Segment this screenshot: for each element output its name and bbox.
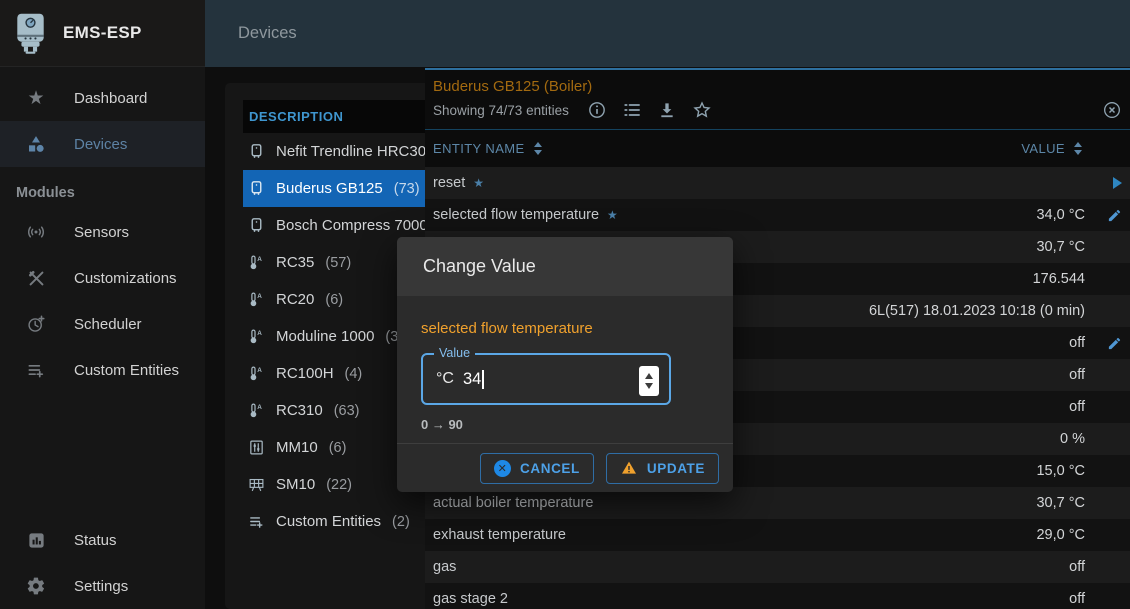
edit-pencil-icon[interactable]: [1107, 208, 1122, 223]
showing-entities-text: Showing 74/73 entities: [433, 103, 569, 118]
entity-table-header: ENTITY NAME VALUE: [425, 130, 1130, 167]
boiler-icon: [248, 143, 265, 160]
thermostat-icon: A: [248, 402, 265, 419]
favorites-filter-star-icon[interactable]: [692, 100, 712, 120]
list-view-icon[interactable]: [622, 100, 642, 120]
list-plus-icon: [25, 360, 47, 380]
svg-text:A: A: [257, 293, 262, 300]
sidebar-item-label: Dashboard: [74, 90, 147, 107]
app-title: EMS-ESP: [63, 23, 142, 43]
dialog-header: Change Value: [397, 237, 733, 296]
edit-pencil-icon[interactable]: [1107, 336, 1122, 351]
entity-row: gas stage 2 off: [425, 583, 1130, 609]
sidebar: EMS-ESP ★ Dashboard Devices Modules: [0, 0, 205, 609]
svg-text:A: A: [257, 330, 262, 337]
value-input-text: 34: [463, 370, 481, 389]
svg-text:A: A: [257, 367, 262, 374]
app-logo-bar: EMS-ESP: [0, 0, 205, 67]
change-value-dialog: Change Value selected flow temperature V…: [397, 237, 733, 492]
dialog-footer: ✕ CANCEL UPDATE: [397, 443, 733, 492]
thermostat-icon: A: [248, 328, 265, 345]
value-input-label: Value: [434, 346, 475, 360]
clock-plus-icon: [25, 314, 47, 334]
list-plus-icon: [248, 513, 265, 530]
cancel-button[interactable]: ✕ CANCEL: [480, 453, 594, 484]
favorite-star-icon: ★: [607, 208, 618, 222]
sidebar-item-devices[interactable]: Devices: [0, 121, 205, 167]
sensor-waves-icon: [25, 222, 47, 242]
sidebar-item-label: Custom Entities: [74, 362, 179, 379]
value-range-hint: 0 → 90: [421, 417, 709, 432]
sidebar-item-label: Scheduler: [74, 316, 142, 333]
sidebar-item-dashboard[interactable]: ★ Dashboard: [0, 75, 205, 121]
mixer-icon: [248, 439, 265, 456]
tools-icon: [25, 269, 47, 288]
text-caret: [482, 370, 484, 389]
top-app-bar: Devices: [205, 0, 1130, 67]
entity-row: gas off: [425, 551, 1130, 583]
boiler-logo-icon: [14, 11, 47, 56]
download-icon[interactable]: [657, 100, 677, 120]
sort-icon: [1074, 142, 1082, 155]
sort-entity-name[interactable]: ENTITY NAME: [433, 141, 1021, 156]
close-icon[interactable]: [1102, 100, 1122, 120]
thermostat-icon: A: [248, 291, 265, 308]
thermostat-icon: A: [248, 365, 265, 382]
sidebar-item-label: Sensors: [74, 224, 129, 241]
svg-text:A: A: [257, 404, 262, 411]
entity-row: exhaust temperature 29,0 °C: [425, 519, 1130, 551]
sidebar-item-label: Devices: [74, 136, 127, 153]
sort-value[interactable]: VALUE: [1021, 141, 1082, 156]
value-input[interactable]: Value °C 34: [421, 353, 671, 405]
sort-icon: [534, 142, 542, 155]
sidebar-item-label: Customizations: [74, 270, 177, 287]
run-command-icon[interactable]: [1113, 177, 1122, 189]
gear-icon: [25, 576, 47, 596]
svg-text:A: A: [257, 256, 262, 263]
entity-panel-title: Buderus GB125 (Boiler): [425, 70, 1130, 96]
modules-section-label: Modules: [0, 167, 205, 209]
sidebar-item-scheduler[interactable]: Scheduler: [0, 301, 205, 347]
warning-triangle-icon: [620, 460, 638, 476]
solar-panel-icon: [248, 476, 265, 493]
entity-row: selected flow temperature★ 34,0 °C: [425, 199, 1130, 231]
dialog-title: Change Value: [423, 256, 536, 277]
info-icon[interactable]: [587, 100, 607, 120]
cancel-x-icon: ✕: [494, 460, 511, 477]
page-title: Devices: [238, 24, 297, 43]
sidebar-item-settings[interactable]: Settings: [0, 563, 205, 609]
star-icon: ★: [25, 87, 47, 109]
thermostat-icon: A: [248, 254, 265, 271]
sidebar-item-status[interactable]: Status: [0, 517, 205, 563]
category-icon: [25, 134, 47, 154]
sidebar-item-customizations[interactable]: Customizations: [0, 255, 205, 301]
sidebar-item-label: Settings: [74, 578, 128, 595]
dialog-field-name: selected flow temperature: [421, 320, 709, 337]
value-unit-prefix: °C: [436, 370, 454, 388]
boiler-icon: [248, 217, 265, 234]
bar-chart-icon: [25, 531, 47, 550]
sidebar-item-label: Status: [74, 532, 117, 549]
boiler-icon: [248, 180, 265, 197]
entity-toolbar: Showing 74/73 entities: [425, 96, 1130, 124]
number-stepper[interactable]: [639, 366, 659, 396]
entity-row: reset★: [425, 167, 1130, 199]
sidebar-item-sensors[interactable]: Sensors: [0, 209, 205, 255]
ems-esp-app: Devices EMS-ESP: [0, 0, 1130, 609]
favorite-star-icon: ★: [473, 176, 484, 190]
update-button[interactable]: UPDATE: [606, 453, 719, 484]
sidebar-item-custom-entities[interactable]: Custom Entities: [0, 347, 205, 393]
